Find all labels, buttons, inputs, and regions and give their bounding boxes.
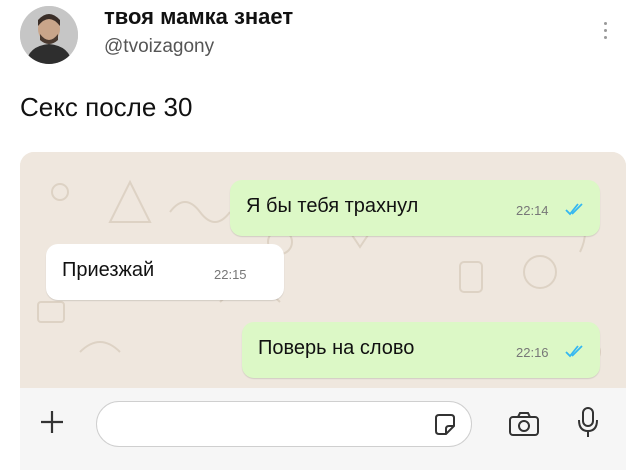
message-time: 22:14 [516, 203, 549, 218]
message-bubble-outgoing[interactable]: Я бы тебя трахнул 22:14 [230, 180, 600, 236]
microphone-icon[interactable] [576, 406, 600, 440]
avatar-photo-icon [20, 6, 78, 64]
message-text: Приезжай [62, 259, 155, 281]
message-bubble-incoming[interactable]: Приезжай 22:15 [46, 244, 284, 300]
sticker-icon[interactable] [432, 412, 458, 438]
tweet-text: Секс после 30 [20, 92, 193, 122]
more-options-icon[interactable] [602, 22, 608, 46]
author-display-name[interactable]: твоя мамка знает [104, 4, 293, 30]
message-composer [20, 388, 626, 470]
plus-icon[interactable] [38, 408, 66, 436]
chat-screenshot: Я бы тебя трахнул 22:14 Приезжай 22:15 П… [20, 152, 626, 470]
read-receipt-icon [565, 203, 583, 216]
camera-icon[interactable] [508, 410, 540, 438]
author-handle[interactable]: @tvoizagony [104, 36, 214, 58]
message-bubble-outgoing[interactable]: Поверь на слово 22:16 [242, 322, 600, 378]
avatar[interactable] [20, 6, 78, 64]
message-time: 22:16 [516, 345, 549, 360]
read-receipt-icon [565, 345, 583, 358]
message-text: Поверь на слово [258, 337, 415, 359]
message-time: 22:15 [214, 267, 247, 282]
message-text: Я бы тебя трахнул [246, 195, 419, 217]
message-input[interactable] [96, 401, 472, 447]
